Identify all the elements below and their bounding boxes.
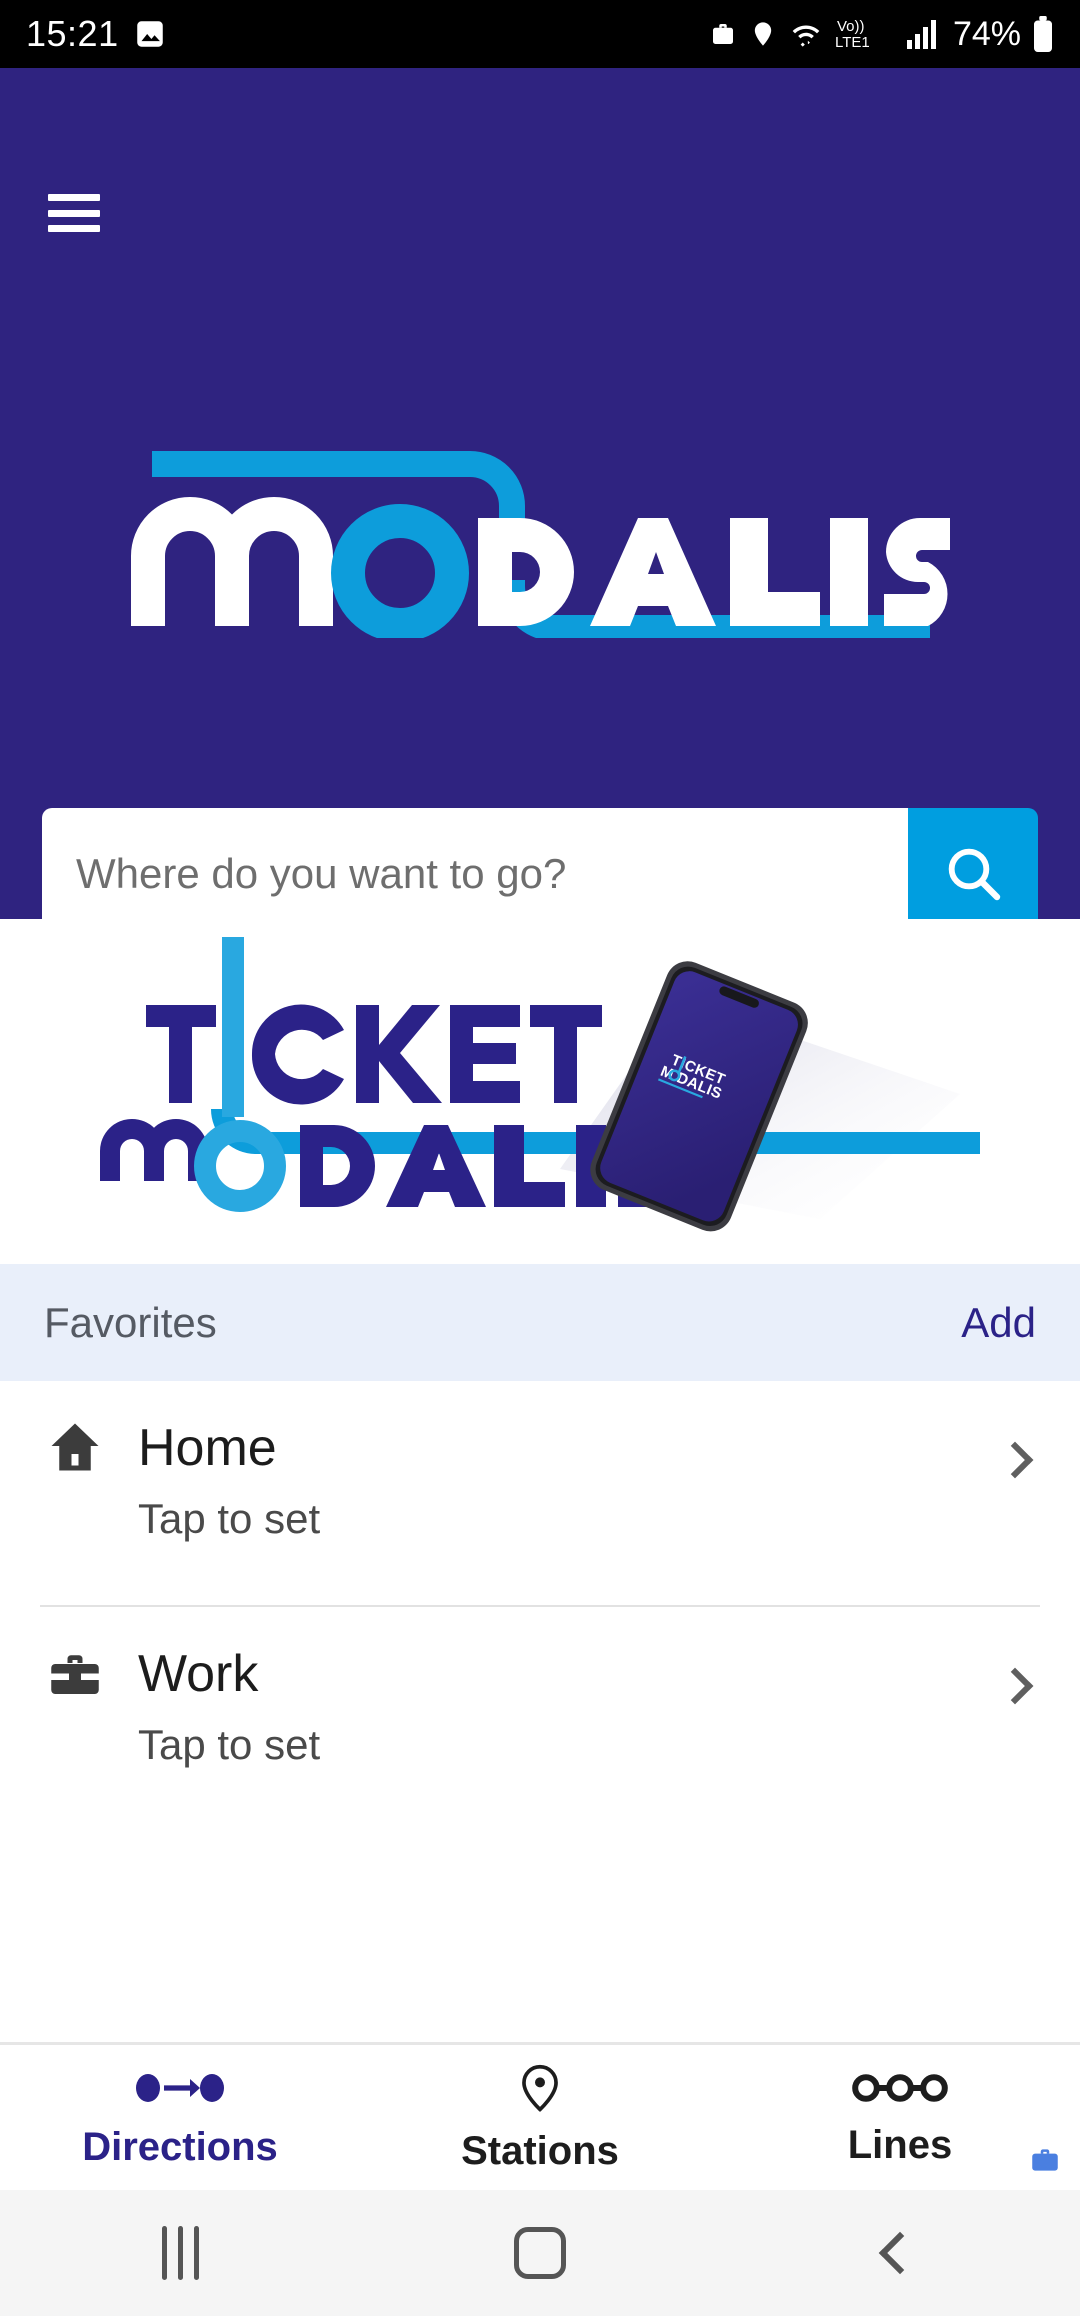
favorite-subtitle: Tap to set — [138, 1721, 321, 1768]
volte-icon: Vo)) LTE1 — [835, 16, 895, 52]
hamburger-bar — [48, 194, 100, 201]
hamburger-bar — [48, 225, 100, 232]
lines-icon — [852, 2068, 948, 2113]
ticket-modalis-promo-banner[interactable]: TICKET M DALIS — [0, 919, 1080, 1264]
favorite-name: Home — [138, 1419, 277, 1477]
location-pin-icon — [514, 2062, 566, 2119]
briefcase-icon — [44, 1644, 118, 1704]
recents-button[interactable] — [0, 2226, 360, 2280]
recents-bar — [161, 2226, 167, 2280]
home-icon — [44, 1418, 118, 1478]
status-bar-clock: 15:21 — [26, 13, 119, 54]
signal-bars-icon — [906, 18, 940, 50]
work-briefcase-badge-icon — [1028, 2143, 1062, 2182]
image-icon — [133, 17, 167, 51]
recents-icon — [161, 2226, 199, 2280]
hamburger-bar — [48, 209, 100, 217]
wifi-icon — [788, 17, 824, 51]
battery-percent-label: 74% — [952, 14, 1021, 53]
status-bar-left: 15:21 — [26, 13, 167, 55]
tab-label: Directions — [82, 2124, 278, 2169]
hamburger-menu-icon[interactable] — [48, 194, 100, 232]
add-favorite-button[interactable]: Add — [961, 1299, 1036, 1347]
tab-lines[interactable]: Lines — [720, 2068, 1080, 2168]
modalis-logo — [0, 448, 1080, 638]
android-navigation-bar — [0, 2190, 1080, 2316]
favorites-section-header: Favorites Add — [0, 1264, 1080, 1381]
briefcase-icon — [708, 19, 738, 49]
search-icon — [941, 841, 1005, 908]
favorite-row-work[interactable]: Work Tap to set — [0, 1607, 1080, 1831]
favorites-title: Favorites — [44, 1298, 217, 1346]
tab-stations[interactable]: Stations — [360, 2062, 720, 2174]
favorite-name: Work — [138, 1645, 259, 1703]
svg-text:Vo)): Vo)) — [837, 18, 865, 35]
back-icon — [878, 2231, 922, 2275]
tab-label: Stations — [461, 2128, 619, 2173]
location-pin-icon — [749, 18, 777, 50]
app-header — [0, 68, 1080, 940]
status-bar-right: Vo)) LTE1 74% — [708, 15, 1054, 54]
directions-icon — [134, 2066, 226, 2115]
tab-label: Lines — [847, 2122, 953, 2167]
favorite-row-home[interactable]: Home Tap to set — [0, 1381, 1080, 1605]
favorite-row-top: Home — [44, 1381, 1036, 1493]
favorite-subtitle: Tap to set — [138, 1495, 321, 1542]
recents-bar — [193, 2226, 199, 2280]
home-button-icon — [514, 2227, 566, 2279]
svg-text:LTE1: LTE1 — [835, 34, 870, 51]
tab-directions[interactable]: Directions — [0, 2066, 360, 2170]
battery-icon — [1032, 16, 1054, 52]
app-screen: 15:21 Vo)) LTE1 74% Where do you want to… — [0, 0, 1080, 2316]
favorite-row-top: Work — [44, 1607, 1036, 1719]
bottom-tab-bar: Directions Stations Lines — [0, 2042, 1080, 2190]
back-button[interactable] — [720, 2231, 1080, 2275]
home-button[interactable] — [360, 2227, 720, 2279]
status-bar: 15:21 Vo)) LTE1 74% — [0, 0, 1080, 68]
recents-bar — [177, 2226, 183, 2280]
favorites-list: Home Tap to set Work Tap to set — [0, 1381, 1080, 1831]
